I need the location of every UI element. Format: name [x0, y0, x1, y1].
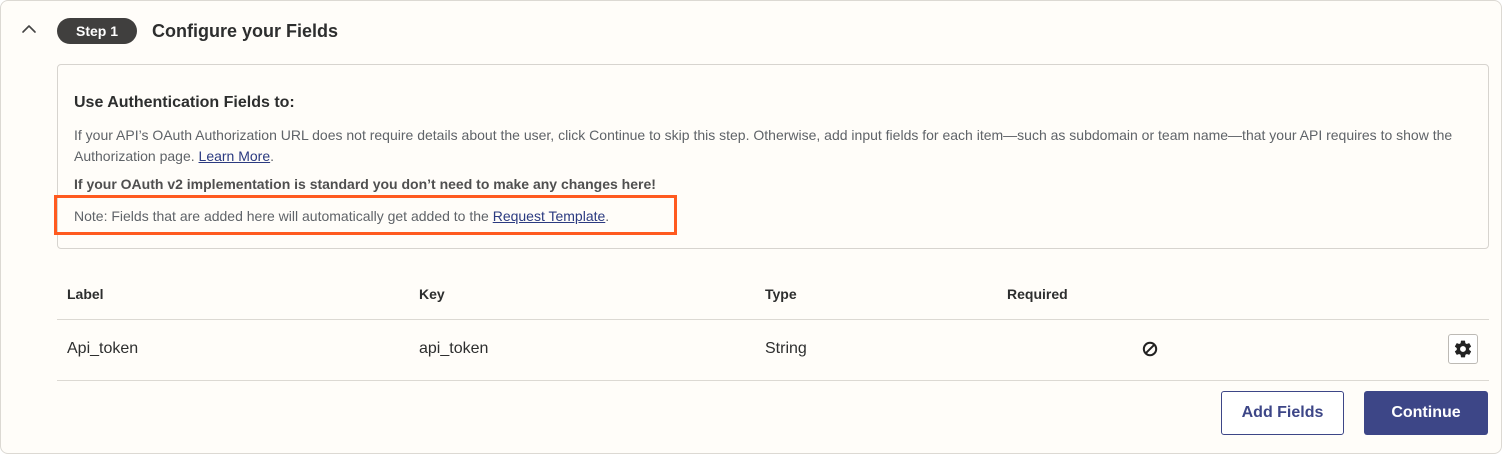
- fields-table: Label Key Type Required Api_token api_to…: [57, 271, 1489, 381]
- learn-more-link[interactable]: Learn More: [199, 148, 271, 164]
- table-header: Label Key Type Required: [57, 271, 1489, 320]
- row-key: api_token: [419, 340, 489, 357]
- gear-icon: [1454, 340, 1472, 358]
- info-paragraph: If your API’s OAuth Authorization URL do…: [74, 125, 1474, 167]
- header-required: Required: [1007, 286, 1068, 302]
- header-label: Label: [67, 286, 104, 302]
- step-badge: Step 1: [57, 18, 137, 44]
- chevron-up-icon: [22, 25, 36, 33]
- table-row: Api_token api_token String: [57, 320, 1489, 381]
- info-paragraph-end: .: [270, 148, 275, 164]
- info-box: Use Authentication Fields to: If your AP…: [57, 64, 1489, 249]
- step-panel: Step 1 Configure your Fields Use Authent…: [0, 0, 1502, 454]
- info-paragraph-text: If your API’s OAuth Authorization URL do…: [74, 127, 1453, 164]
- add-fields-button[interactable]: Add Fields: [1221, 391, 1344, 435]
- collapse-step-button[interactable]: [17, 17, 41, 41]
- standard-implementation-note: If your OAuth v2 implementation is stand…: [74, 176, 656, 192]
- info-heading: Use Authentication Fields to:: [74, 94, 295, 111]
- request-template-link[interactable]: Request Template: [493, 208, 606, 224]
- note-end: .: [605, 208, 610, 224]
- header-key: Key: [419, 286, 445, 302]
- field-settings-button[interactable]: [1448, 334, 1478, 364]
- step-title: Configure your Fields: [152, 21, 339, 41]
- request-template-note: Note: Fields that are added here will au…: [74, 206, 609, 226]
- note-text: Note: Fields that are added here will au…: [74, 208, 493, 224]
- header-type: Type: [765, 286, 797, 302]
- row-label: Api_token: [67, 340, 139, 357]
- continue-button[interactable]: Continue: [1364, 391, 1488, 435]
- row-type: String: [765, 340, 807, 357]
- not-required-icon: [1142, 341, 1158, 357]
